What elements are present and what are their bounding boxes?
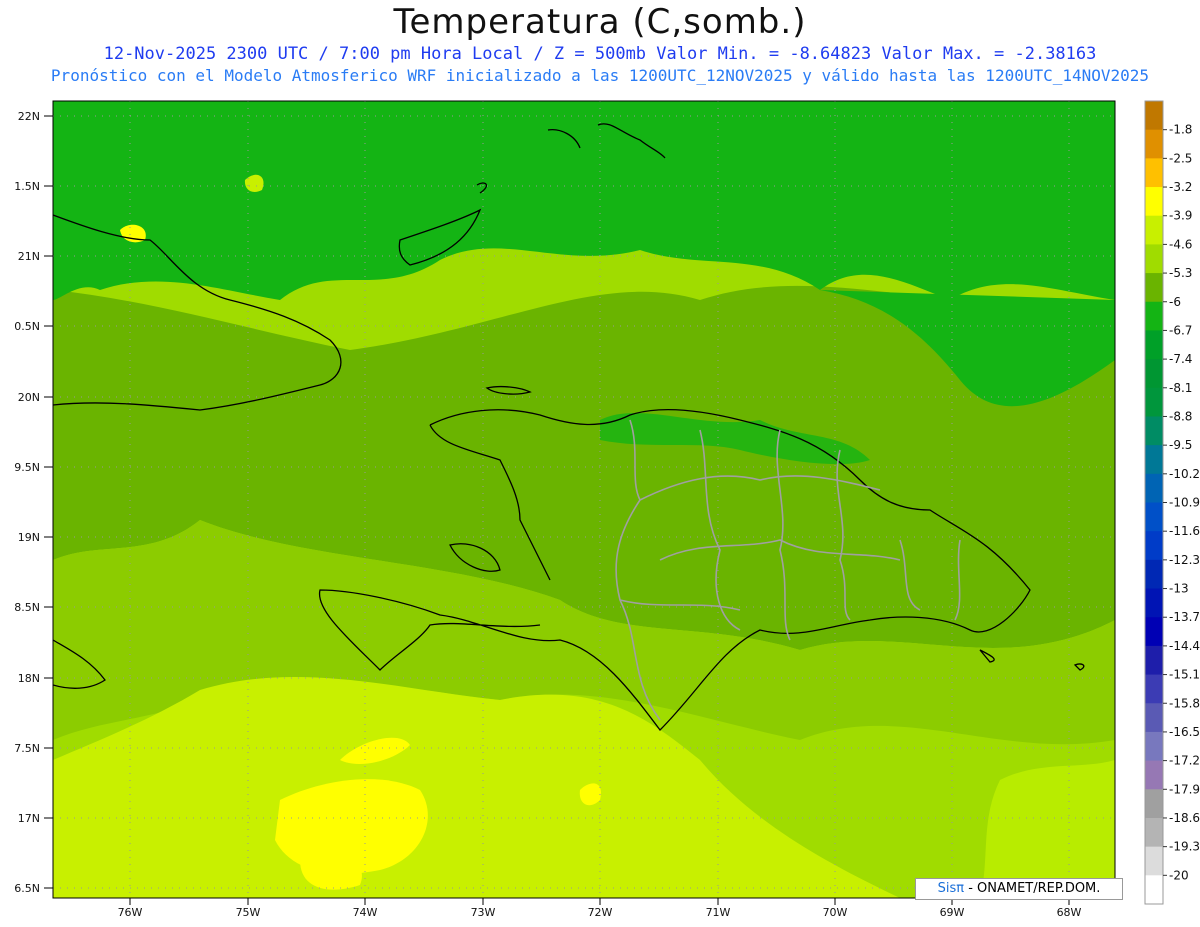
credit-box: Sisπ - ONAMET/REP.DOM. (915, 878, 1123, 900)
colorbar-swatch (1145, 588, 1163, 618)
colorbar-label: -14.4 (1169, 639, 1200, 653)
lat-label: 17N (18, 812, 40, 825)
colorbar-label: -20 (1169, 868, 1189, 882)
colorbar-label: -1.8 (1169, 123, 1192, 137)
colorbar-swatch (1145, 244, 1163, 274)
lat-label: 20N (18, 391, 40, 404)
colorbar-label: -12.3 (1169, 553, 1200, 567)
colorbar-swatch (1145, 330, 1163, 360)
lon-label: 73W (471, 906, 496, 919)
colorbar-swatch (1145, 645, 1163, 676)
colorbar-label: -10.2 (1169, 467, 1200, 481)
colorbar-label: -4.6 (1169, 237, 1192, 251)
colorbar-label: -19.3 (1169, 840, 1200, 854)
colorbar: -1.8 -2.5 -3.2 -3.9 -4.6 -5.3 -6 -6.7 -7.4 -8.1 -8… (1144, 100, 1200, 905)
lat-label: 1.5N (14, 180, 40, 193)
lon-label: 70W (823, 906, 848, 919)
colorbar-label: -13 (1169, 582, 1189, 596)
colorbar-label: -13.7 (1169, 610, 1200, 624)
colorbar-swatch (1145, 760, 1163, 790)
lat-label: 9.5N (14, 461, 40, 474)
colorbar-swatch (1145, 445, 1163, 475)
colorbar-swatch (1145, 215, 1163, 245)
colorbar-label: -7.4 (1169, 352, 1192, 366)
jamaica-north-edge (35, 205, 53, 635)
colorbar-swatch (1145, 158, 1163, 188)
colorbar-label: -3.2 (1169, 180, 1192, 194)
colorbar-swatch (1145, 473, 1163, 503)
colorbar-swatch (1145, 273, 1163, 303)
colorbar-swatch (1145, 674, 1163, 704)
colorbar-label: -10.9 (1169, 496, 1200, 510)
lat-label: 22N (18, 110, 40, 123)
colorbar-label: -18.6 (1169, 811, 1200, 825)
colorbar-label: -8.8 (1169, 409, 1192, 423)
colorbar-swatch (1145, 731, 1163, 762)
lat-label: 18N (18, 672, 40, 685)
lat-label: 7.5N (14, 742, 40, 755)
colorbar-label: -15.1 (1169, 668, 1200, 682)
colorbar-swatch (1145, 703, 1163, 733)
lat-label: 6.5N (14, 882, 40, 895)
lon-label: 71W (706, 906, 731, 919)
colorbar-label: -17.9 (1169, 782, 1200, 796)
colorbar-label: -17.2 (1169, 754, 1200, 768)
lon-label: 72W (588, 906, 613, 919)
longitude-axis: 76W 75W 74W 73W 72W 71W 70W 69W 68W (118, 906, 1082, 919)
colorbar-swatch (1145, 875, 1163, 905)
colorbar-swatch (1145, 817, 1163, 848)
colorbar-swatch (1145, 531, 1163, 561)
colorbar-label: -6 (1169, 295, 1181, 309)
colorbar-swatch (1145, 559, 1163, 590)
temperature-map: 22N 1.5N 21N 0.5N 20N 9.5N 19N 8.5N 18N … (14, 100, 1200, 919)
colorbar-label: -15.8 (1169, 696, 1200, 710)
colorbar-label: -5.3 (1169, 266, 1192, 280)
colorbar-swatch (1145, 301, 1163, 331)
colorbar-swatch (1145, 416, 1163, 446)
latitude-ticks (44, 115, 53, 889)
colorbar-swatch (1145, 359, 1163, 389)
lat-label: 19N (18, 531, 40, 544)
colorbar-label: -3.9 (1169, 209, 1192, 223)
credit-text: - ONAMET/REP.DOM. (964, 881, 1101, 896)
colorbar-swatch (1145, 846, 1163, 876)
colorbar-swatch (1145, 101, 1163, 131)
colorbar-label: -16.5 (1169, 725, 1200, 739)
colorbar-swatch (1145, 387, 1163, 417)
colorbar-label: -6.7 (1169, 323, 1192, 337)
sispi-logo: Sisπ (937, 881, 965, 896)
lat-label: 8.5N (14, 601, 40, 614)
lon-label: 74W (353, 906, 378, 919)
temperature-field (53, 101, 1115, 898)
colorbar-label: -9.5 (1169, 438, 1192, 452)
colorbar-label: -8.1 (1169, 381, 1192, 395)
colorbar-swatch (1145, 617, 1163, 647)
colorbar-swatch (1145, 187, 1163, 217)
colorbar-swatch (1145, 789, 1163, 819)
latitude-axis: 22N 1.5N 21N 0.5N 20N 9.5N 19N 8.5N 18N … (14, 110, 40, 895)
lon-label: 68W (1057, 906, 1082, 919)
colorbar-swatch (1145, 502, 1163, 532)
lon-label: 69W (940, 906, 965, 919)
colorbar-swatch (1145, 129, 1163, 159)
colorbar-label: -11.6 (1169, 524, 1200, 538)
lat-label: 21N (18, 250, 40, 263)
colorbar-label: -2.5 (1169, 151, 1192, 165)
lat-label: 0.5N (14, 320, 40, 333)
lon-label: 76W (118, 906, 143, 919)
lon-label: 75W (236, 906, 261, 919)
